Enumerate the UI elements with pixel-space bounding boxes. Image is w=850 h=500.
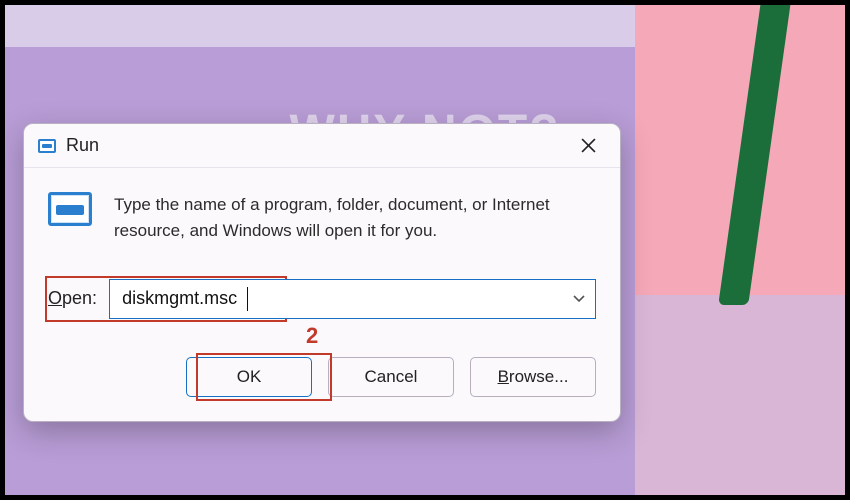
annotation-number-2: 2 bbox=[306, 323, 318, 349]
close-button[interactable] bbox=[564, 129, 612, 163]
screenshot-frame: WHY NOT? Run Type the name of a program,… bbox=[5, 5, 845, 495]
open-label: Open: bbox=[48, 288, 97, 309]
run-dialog: Run Type the name of a program, folder, … bbox=[23, 123, 621, 422]
text-caret bbox=[247, 287, 248, 311]
run-icon bbox=[38, 139, 56, 153]
close-icon bbox=[581, 138, 596, 153]
dialog-title: Run bbox=[66, 135, 99, 156]
ok-button[interactable]: OK bbox=[186, 357, 312, 397]
cancel-button[interactable]: Cancel bbox=[328, 357, 454, 397]
browse-button[interactable]: Browse... bbox=[470, 357, 596, 397]
wallpaper-lower-block bbox=[635, 295, 845, 495]
run-icon-large bbox=[48, 192, 92, 226]
open-combobox[interactable] bbox=[109, 279, 596, 319]
dialog-titlebar: Run bbox=[24, 124, 620, 168]
dialog-button-row: 2 OK Cancel Browse... bbox=[24, 319, 620, 421]
open-input[interactable] bbox=[109, 279, 596, 319]
open-row: 1 Open: bbox=[48, 279, 596, 319]
dialog-description: Type the name of a program, folder, docu… bbox=[114, 192, 596, 245]
dialog-body: Type the name of a program, folder, docu… bbox=[24, 168, 620, 251]
